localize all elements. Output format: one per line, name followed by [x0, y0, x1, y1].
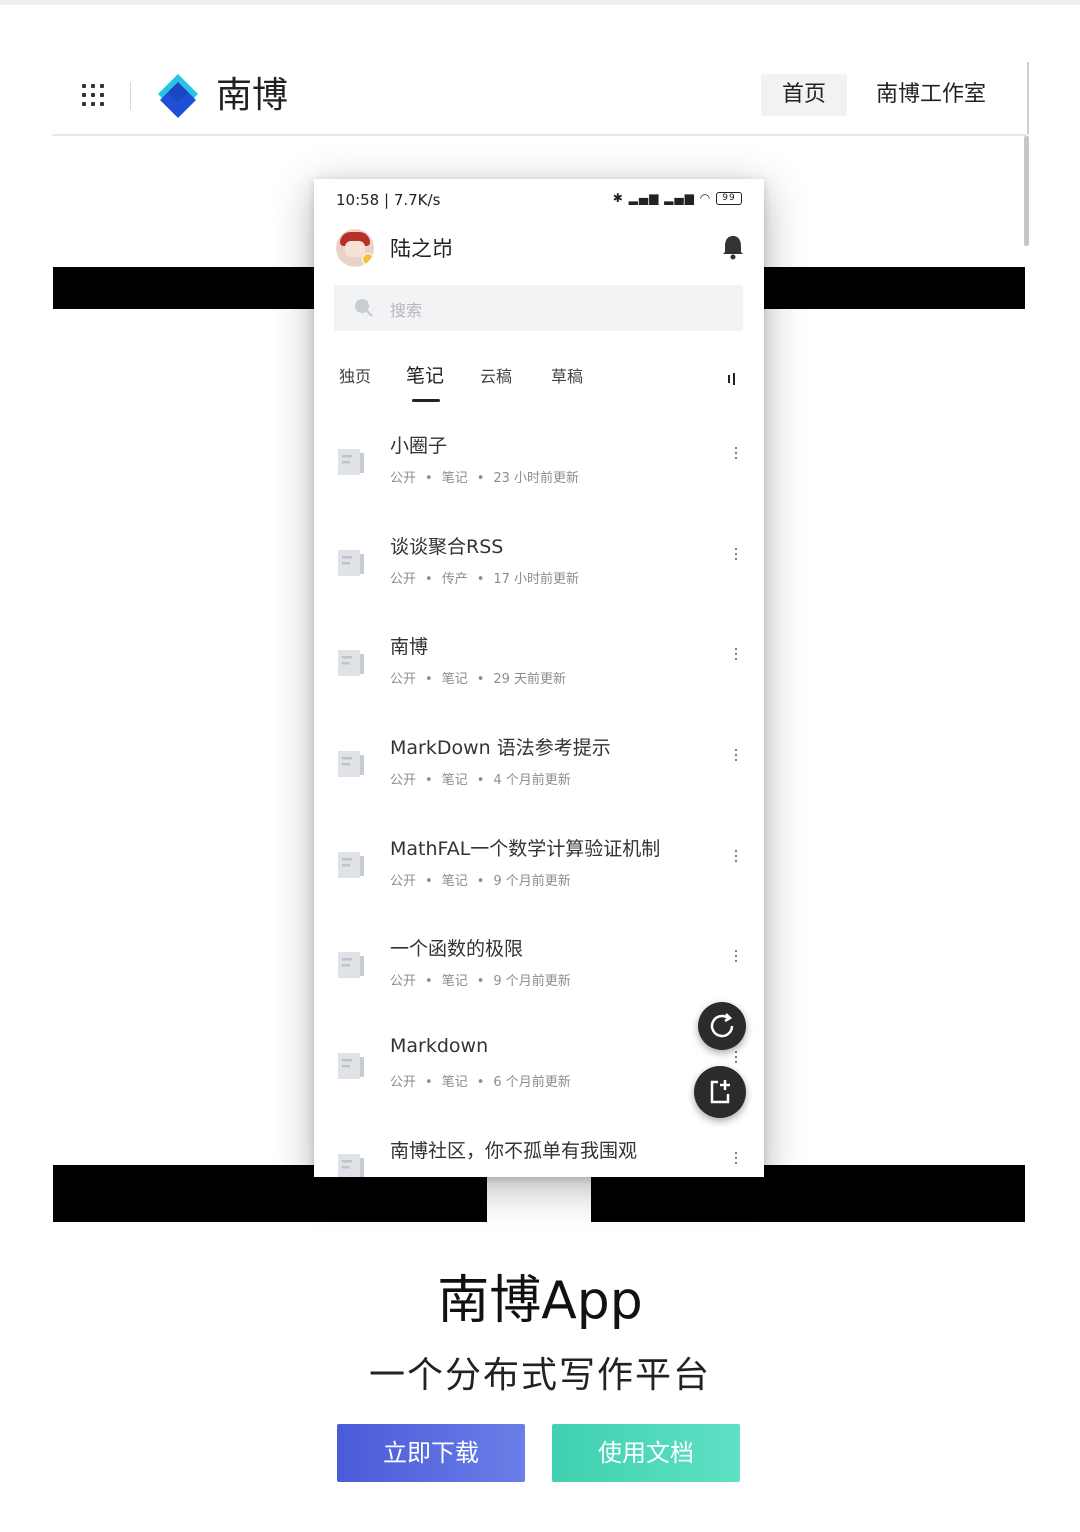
note-title: Markdown — [390, 1035, 489, 1057]
search-icon — [354, 298, 374, 318]
tab-active-indicator — [412, 399, 440, 402]
refresh-icon — [710, 1013, 734, 1038]
note-meta: 公开 • 笔记 • 9 个月前更新 — [390, 974, 571, 989]
tab-cloud-drafts[interactable]: 云稿 — [480, 363, 512, 387]
note-meta: 公开 • 传产 • 17 小时前更新 — [390, 572, 580, 587]
document-icon — [336, 646, 366, 678]
more-vertical-icon[interactable] — [734, 749, 738, 763]
note-title: 南博 — [390, 636, 429, 658]
list-item[interactable]: 小圈子 公开 • 笔记 • 23 小时前更新 — [314, 431, 764, 531]
more-vertical-icon[interactable] — [734, 648, 738, 662]
more-vertical-icon[interactable] — [734, 850, 738, 864]
search-placeholder: 搜索 — [390, 301, 423, 320]
list-item[interactable]: 南博 公开 • 笔记 • 29 天前更新 — [314, 632, 764, 732]
wifi-icon: ◠ — [699, 191, 712, 205]
signal-icon-2: ▂▄▆ — [664, 191, 695, 205]
note-title: 谈谈聚合RSS — [390, 536, 504, 558]
note-title: 小圈子 — [390, 435, 448, 457]
note-title: MarkDown 语法参考提示 — [390, 737, 611, 759]
header-right-border — [1027, 62, 1029, 134]
nav-home[interactable]: 首页 — [761, 74, 847, 116]
scrollbar[interactable] — [1024, 136, 1029, 246]
new-note-icon — [710, 1080, 730, 1104]
tab-single-page[interactable]: 独页 — [339, 363, 371, 387]
list-item[interactable]: 南博社区，你不孤单有我围观 — [314, 1136, 764, 1177]
avatar[interactable] — [336, 229, 374, 267]
document-icon — [336, 1049, 366, 1081]
note-title: 一个函数的极限 — [390, 938, 524, 960]
tab-bar: 独页 笔记 云稿 草稿 — [314, 363, 764, 403]
more-vertical-icon[interactable] — [734, 950, 738, 964]
document-icon — [336, 848, 366, 880]
note-title: MathFAL一个数学计算验证机制 — [390, 838, 661, 860]
document-icon — [336, 546, 366, 578]
note-meta: 公开 • 笔记 • 29 天前更新 — [390, 672, 567, 687]
bell-icon[interactable] — [722, 234, 744, 260]
document-icon — [336, 948, 366, 980]
brand-name[interactable]: 南博 — [216, 72, 288, 120]
new-note-button[interactable] — [694, 1066, 746, 1118]
header-divider — [130, 82, 131, 110]
hero-title: 南博App — [437, 1271, 643, 1331]
list-item[interactable]: MarkDown 语法参考提示 公开 • 笔记 • 4 个月前更新 — [314, 733, 764, 833]
list-item[interactable]: 一个函数的极限 公开 • 笔记 • 9 个月前更新 — [314, 934, 764, 1034]
refresh-button[interactable] — [698, 1002, 746, 1050]
battery-icon: 99 — [716, 192, 742, 205]
note-meta: 公开 • 笔记 • 4 个月前更新 — [390, 773, 571, 788]
user-name: 陆之岇 — [390, 237, 453, 261]
more-vertical-icon[interactable] — [734, 1051, 738, 1065]
document-icon — [336, 445, 366, 477]
download-button[interactable]: 立即下载 — [337, 1424, 525, 1482]
more-vertical-icon[interactable] — [734, 447, 738, 461]
signal-icon: ▂▄▆ — [628, 191, 660, 205]
tab-notes[interactable]: 笔记 — [406, 361, 444, 388]
hero-subtitle: 一个分布式写作平台 — [368, 1355, 711, 1396]
note-meta: 公开 • 笔记 • 23 小时前更新 — [390, 471, 580, 486]
note-meta: 公开 • 笔记 • 6 个月前更新 — [390, 1075, 571, 1090]
grid-menu-icon[interactable] — [80, 82, 106, 108]
status-time: 10:58 | 7.7K/s — [336, 191, 441, 209]
nav-studio[interactable]: 南博工作室 — [876, 74, 986, 116]
search-input[interactable]: 搜索 — [334, 285, 743, 331]
note-title: 南博社区，你不孤单有我围观 — [390, 1140, 638, 1162]
list-item[interactable]: 谈谈聚合RSS 公开 • 传产 • 17 小时前更新 — [314, 532, 764, 632]
tab-menu-icon[interactable] — [727, 373, 737, 387]
bluetooth-icon: ✱ — [612, 191, 624, 205]
more-vertical-icon[interactable] — [734, 548, 738, 562]
document-icon — [336, 747, 366, 779]
site-header: 南博 首页 南博工作室 — [52, 60, 1028, 136]
docs-button[interactable]: 使用文档 — [552, 1424, 740, 1482]
list-item[interactable]: MathFAL一个数学计算验证机制 公开 • 笔记 • 9 个月前更新 — [314, 834, 764, 934]
app-screenshot: 10:58 | 7.7K/s ✱ ▂▄▆ ▂▄▆ ◠ 99 陆之岇 搜索 独页 … — [314, 179, 764, 1177]
top-strip — [0, 0, 1080, 5]
note-meta: 公开 • 笔记 • 9 个月前更新 — [390, 874, 571, 889]
status-bar: 10:58 | 7.7K/s ✱ ▂▄▆ ▂▄▆ ◠ 99 — [336, 191, 742, 211]
status-icons: ✱ ▂▄▆ ▂▄▆ ◠ 99 — [613, 191, 742, 205]
document-icon — [336, 1150, 366, 1177]
logo-icon[interactable] — [150, 68, 206, 124]
more-vertical-icon[interactable] — [734, 1152, 738, 1166]
tab-drafts[interactable]: 草稿 — [551, 363, 583, 387]
